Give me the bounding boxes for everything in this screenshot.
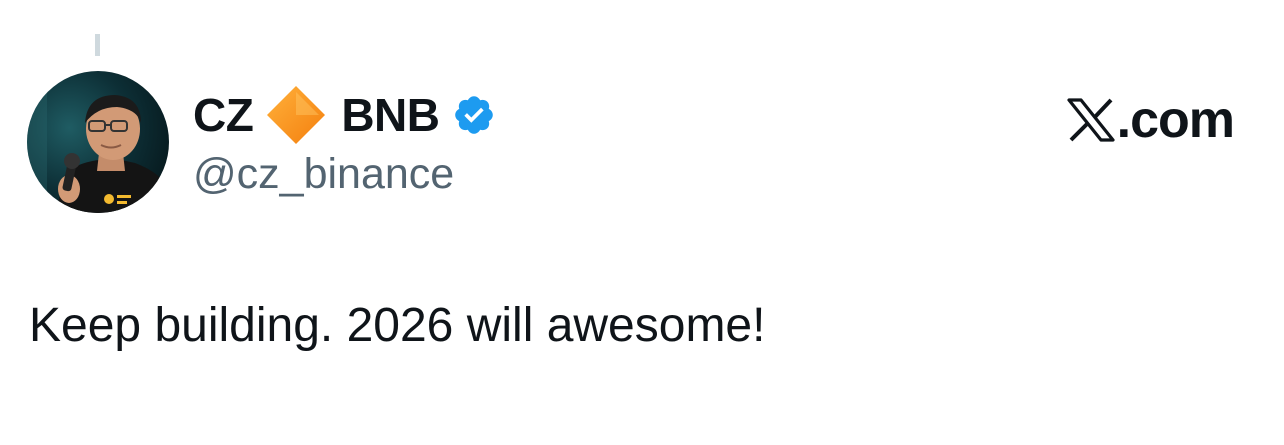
site-domain: .com	[1116, 91, 1235, 149]
avatar-image	[27, 71, 169, 213]
author-name-part1[interactable]: CZ	[193, 88, 254, 142]
orange-diamond-icon	[265, 84, 327, 146]
site-mark[interactable]: .com	[1067, 91, 1235, 149]
thread-connector-line	[95, 34, 100, 56]
avatar[interactable]	[27, 71, 169, 213]
author-name-part2[interactable]: BNB	[341, 88, 440, 142]
tweet-text: Keep building. 2026 will awesome!	[29, 299, 766, 352]
author-name[interactable]: CZ BNB	[193, 85, 496, 145]
verified-badge-icon	[452, 93, 496, 137]
author-handle[interactable]: @cz_binance	[193, 150, 454, 199]
x-logo-icon	[1067, 98, 1115, 142]
